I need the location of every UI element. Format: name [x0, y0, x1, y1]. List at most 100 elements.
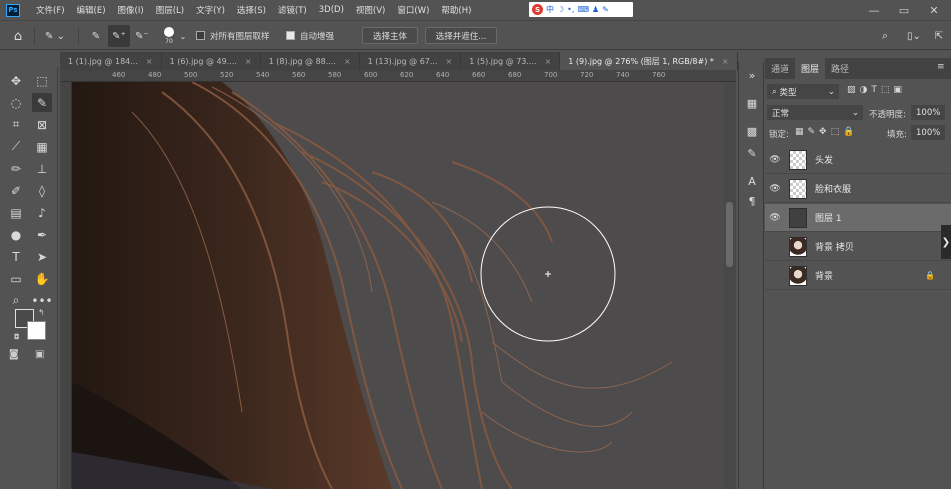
tab-doc-8[interactable]: 1 (8).jpg @ 88.... × — [261, 52, 360, 70]
menu-file[interactable]: 文件(F) — [30, 4, 71, 16]
spot-healing-tool-icon[interactable]: ▦ — [32, 137, 52, 156]
chevron-down-icon[interactable]: ⌄ — [178, 29, 188, 43]
search-icon[interactable]: ⌕ — [876, 27, 894, 45]
layer-filter-dropdown[interactable]: ⌕ 类型 ⌄ — [767, 84, 839, 99]
menu-filter[interactable]: 滤镜(T) — [272, 4, 313, 16]
gradient-tool-icon[interactable]: ▤ — [6, 203, 26, 222]
tab-doc-9-active[interactable]: 1 (9).jpg @ 276% (图层 1, RGB/8#) * × — [560, 52, 738, 70]
expand-panel-icon[interactable]: ❯ — [941, 225, 951, 259]
layer-row-layer1[interactable]: 👁 图层 1 — [765, 204, 951, 232]
swap-colors-icon[interactable]: ↰ — [38, 308, 45, 317]
menu-edit[interactable]: 编辑(E) — [71, 4, 112, 16]
tab-paths[interactable]: 路径 — [825, 58, 855, 79]
tab-doc-6[interactable]: 1 (6).jpg @ 49.... × — [162, 52, 261, 70]
eye-hidden-icon[interactable]: 👁 — [765, 242, 785, 252]
document-canvas[interactable] — [72, 82, 724, 489]
punctuation-icon[interactable]: •, — [567, 5, 574, 14]
zoom-tool-icon[interactable]: ⌕ — [6, 291, 26, 310]
checkbox-box[interactable] — [196, 31, 205, 40]
brush-settings-icon[interactable]: ✎ — [743, 144, 761, 162]
wrench-icon[interactable]: ✎ — [602, 5, 609, 14]
lock-icon[interactable]: 🔒 — [925, 271, 935, 280]
menu-image[interactable]: 图像(I) — [112, 4, 150, 16]
select-and-mask-button[interactable]: 选择并遮住... — [425, 27, 497, 44]
tab-layers[interactable]: 图层 — [795, 58, 826, 79]
eye-hidden-icon[interactable]: 👁 — [765, 271, 785, 281]
close-icon[interactable]: × — [446, 57, 453, 66]
pen-tool-icon[interactable]: ✒ — [32, 225, 52, 244]
blend-mode-dropdown[interactable]: 正常 ⌄ — [767, 105, 863, 120]
close-icon[interactable]: × — [344, 57, 351, 66]
brush-tool-icon[interactable]: ✏ — [6, 159, 26, 178]
user-icon[interactable]: ♟ — [592, 5, 599, 14]
collapse-icon[interactable]: » — [743, 66, 761, 84]
filter-icons[interactable]: ▨◑T⬚▣ — [847, 85, 906, 95]
menu-window[interactable]: 窗口(W) — [391, 4, 435, 16]
workspace-icon[interactable]: ▯⌄ — [902, 27, 926, 45]
quick-select-preset-icon[interactable]: ✎ ⌄ — [40, 27, 70, 45]
moon-icon[interactable]: ☽ — [557, 5, 564, 14]
add-to-selection-icon[interactable]: ✎⁺ — [108, 25, 130, 47]
type-tool-icon[interactable]: T — [6, 247, 26, 266]
select-subject-button[interactable]: 选择主体 — [362, 27, 418, 44]
lasso-tool-icon[interactable]: ◌ — [6, 93, 26, 112]
quick-mask-icon[interactable]: ◙ — [9, 349, 19, 360]
swatches-icon[interactable]: ▩ — [743, 122, 761, 140]
paragraph-icon[interactable]: ¶ — [743, 192, 761, 210]
menu-view[interactable]: 视图(V) — [350, 4, 391, 16]
close-icon[interactable]: × — [146, 57, 153, 66]
menu-select[interactable]: 选择(S) — [231, 4, 272, 16]
eye-icon[interactable]: 👁 — [765, 184, 785, 194]
quick-selection-tool-icon[interactable]: ✎ — [32, 93, 52, 112]
history-brush-tool-icon[interactable]: ✐ — [6, 181, 26, 200]
background-color-swatch[interactable] — [27, 321, 46, 340]
vertical-scrollbar[interactable] — [724, 82, 736, 489]
layer-row-background-copy[interactable]: 👁 背景 拷贝 — [765, 233, 951, 261]
ime-toolbar[interactable]: S 中 ☽ •, ⌨ ♟ ✎ — [529, 2, 633, 17]
eye-icon[interactable]: 👁 — [765, 155, 785, 165]
panel-menu-icon[interactable]: ≡ — [937, 62, 945, 72]
minimize-button[interactable]: — — [860, 0, 888, 20]
keyboard-icon[interactable]: ⌨ — [577, 5, 589, 14]
close-icon[interactable]: × — [545, 57, 552, 66]
brush-size-picker[interactable]: 70 — [160, 25, 178, 47]
scrollbar-thumb[interactable] — [726, 202, 733, 267]
tab-doc-5[interactable]: 1 (5).jpg @ 73.... × — [461, 52, 561, 70]
close-button[interactable]: ✕ — [920, 0, 948, 20]
rectangle-tool-icon[interactable]: ▭ — [6, 269, 26, 288]
hand-tool-icon[interactable]: ✋ — [32, 269, 52, 288]
move-tool-icon[interactable]: ✥ — [6, 71, 26, 90]
frame-tool-icon[interactable]: ⊠ — [32, 115, 52, 134]
layer-row-hair[interactable]: 👁 头发 — [765, 146, 951, 174]
layer-row-face-clothes[interactable]: 👁 脸和衣服 — [765, 175, 951, 203]
dodge-tool-icon[interactable]: ● — [6, 225, 26, 244]
marquee-tool-icon[interactable]: ⬚ — [32, 71, 52, 90]
sample-all-checkbox[interactable] — [196, 31, 205, 40]
layer-row-background[interactable]: 👁 背景 🔒 — [765, 262, 951, 290]
horizontal-ruler[interactable]: 460 480 500 520 540 560 580 600 620 640 … — [60, 70, 736, 82]
default-colors-icon[interactable]: ◘ — [14, 333, 20, 341]
clone-stamp-tool-icon[interactable]: ⊥ — [32, 159, 52, 178]
path-selection-tool-icon[interactable]: ➤ — [32, 247, 52, 266]
restore-button[interactable]: ▭ — [890, 0, 918, 20]
ime-mode-label[interactable]: 中 — [546, 4, 554, 15]
share-icon[interactable]: ⇱ — [930, 27, 948, 45]
tab-doc-1[interactable]: 1 (1).jpg @ 184... × — [60, 52, 162, 70]
history-icon[interactable]: ▦ — [743, 94, 761, 112]
menu-help[interactable]: 帮助(H) — [435, 4, 477, 16]
close-icon[interactable]: × — [722, 57, 729, 66]
eyedropper-tool-icon[interactable]: ⟋ — [6, 137, 26, 156]
lock-icons[interactable]: ▦✎✥⬚🔒 — [795, 127, 858, 137]
eraser-tool-icon[interactable]: ◊ — [32, 181, 52, 200]
tab-channels[interactable]: 通道 — [765, 58, 795, 79]
checkbox-checked[interactable] — [286, 31, 295, 40]
close-icon[interactable]: × — [245, 57, 252, 66]
auto-enhance-checkbox[interactable] — [286, 31, 295, 40]
blur-tool-icon[interactable]: ♪ — [32, 203, 52, 222]
menu-3d[interactable]: 3D(D) — [313, 5, 350, 15]
crop-tool-icon[interactable]: ⌗ — [6, 115, 26, 134]
new-selection-icon[interactable]: ✎ — [86, 27, 106, 45]
screen-mode-icon[interactable]: ▣ — [35, 349, 44, 360]
tab-doc-13[interactable]: 1 (13).jpg @ 67... × — [360, 52, 462, 70]
eye-icon[interactable]: 👁 — [765, 213, 785, 223]
